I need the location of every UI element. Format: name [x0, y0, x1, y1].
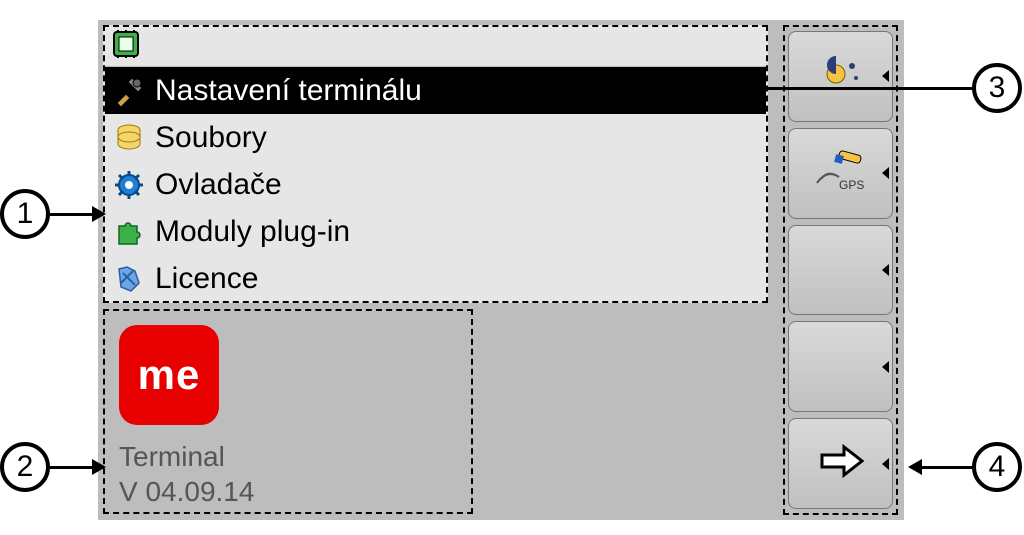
header-row	[105, 27, 766, 67]
blank-button-1[interactable]	[788, 225, 893, 316]
gps-button[interactable]: GPS	[788, 128, 893, 219]
menu-item-label: Moduly plug-in	[155, 215, 350, 249]
svg-text:GPS: GPS	[839, 178, 864, 192]
notch-icon	[882, 167, 889, 179]
license-icon	[111, 261, 147, 297]
callout-4: 4	[908, 442, 1022, 492]
next-button[interactable]	[788, 418, 893, 509]
menu-item-files[interactable]: Soubory	[105, 114, 766, 161]
logo-text: me	[138, 349, 201, 402]
gps-icon: GPS	[811, 149, 871, 198]
callout-2: 2	[0, 442, 106, 492]
callout-number: 4	[972, 442, 1022, 492]
menu-item-licenses[interactable]: Licence	[105, 255, 766, 302]
chip-icon	[109, 27, 143, 66]
menu-item-label: Nastavení terminálu	[155, 74, 422, 108]
arrow-right-icon	[814, 441, 868, 486]
menu-item-label: Soubory	[155, 121, 267, 155]
gear-icon	[111, 167, 147, 203]
notch-icon	[882, 361, 889, 373]
menu-item-drivers[interactable]: Ovladače	[105, 161, 766, 208]
callout-1: 1	[0, 189, 106, 239]
info-panel: me Terminal V 04.09.14	[103, 309, 473, 514]
product-name: Terminal	[119, 439, 457, 474]
menu-item-terminal-settings[interactable]: Nastavení terminálu	[105, 67, 766, 114]
notch-icon	[882, 264, 889, 276]
callout-3: 3	[708, 63, 1022, 113]
menu-item-plugins[interactable]: Moduly plug-in	[105, 208, 766, 255]
version-text: V 04.09.14	[119, 474, 457, 509]
menu-panel: Nastavení terminálu Soubory	[103, 25, 768, 303]
callout-number: 3	[972, 63, 1022, 113]
callout-number: 1	[0, 189, 50, 239]
menu-item-label: Licence	[155, 262, 258, 296]
database-icon	[111, 120, 147, 156]
menu-item-label: Ovladače	[155, 168, 282, 202]
callout-number: 2	[0, 442, 50, 492]
notch-icon	[882, 458, 889, 470]
logo-me: me	[119, 325, 219, 425]
blank-button-2[interactable]	[788, 321, 893, 412]
puzzle-icon	[111, 214, 147, 250]
tools-icon	[111, 73, 147, 109]
